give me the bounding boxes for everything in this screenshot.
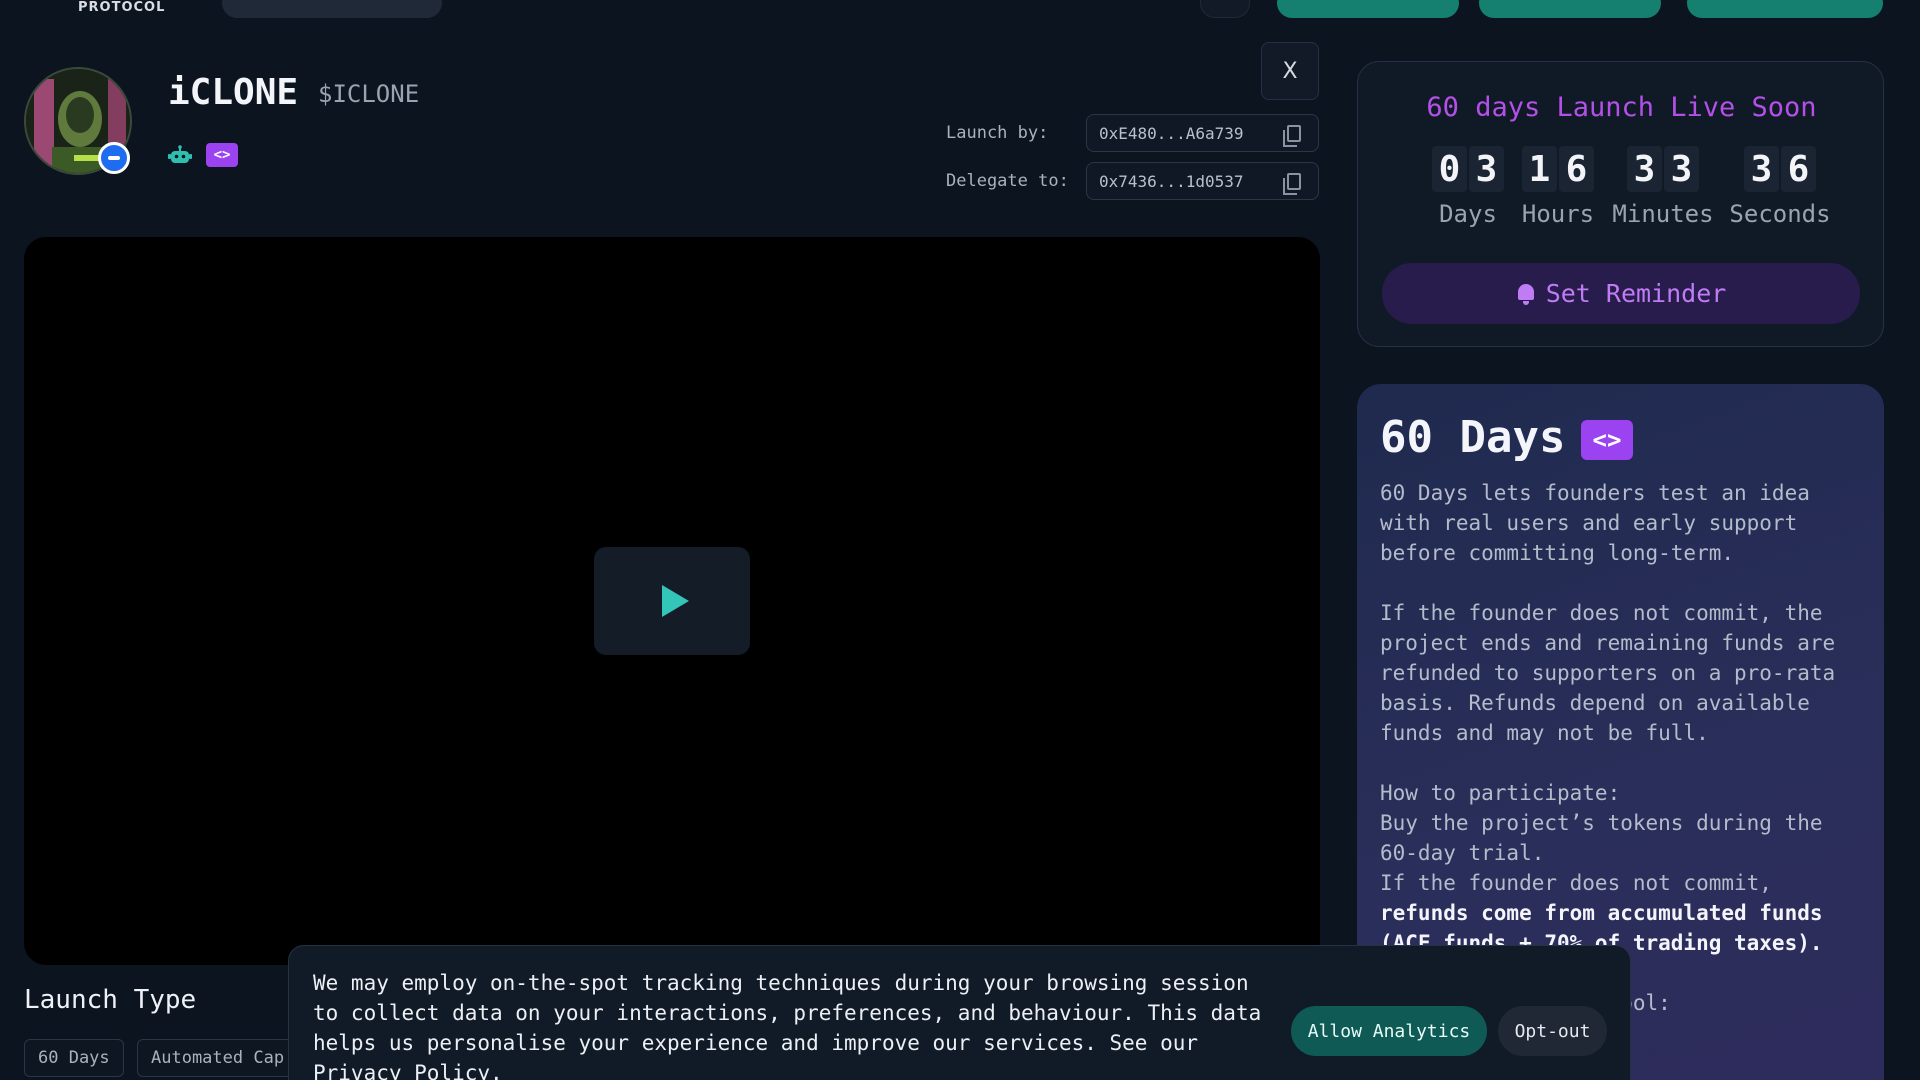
nav-search-pill[interactable] [222, 0, 442, 18]
countdown-digit: 6 [1781, 146, 1816, 192]
countdown-hours: 1 6 Hours [1508, 146, 1608, 228]
cookie-text: We may employ on-the-spot tracking techn… [313, 971, 1262, 1080]
play-icon [661, 585, 689, 617]
code-badge-icon: <> [206, 143, 238, 167]
launch-by-label: Launch by: [946, 123, 1049, 143]
nav-action-button-2[interactable] [1479, 0, 1661, 18]
project-name: iCLONE [168, 72, 299, 113]
info-participate-step: Buy the project’s tokens during the 60-d… [1380, 811, 1823, 865]
set-reminder-label: Set Reminder [1545, 279, 1727, 308]
info-title: 60 Days [1380, 412, 1566, 463]
launch-type-tag: 60 Days [24, 1039, 124, 1077]
countdown-card: 60 days Launch Live Soon 0 3 Days 1 6 Ho… [1357, 61, 1884, 347]
bell-icon [1516, 283, 1536, 305]
code-badge-icon: <> [1581, 420, 1633, 460]
countdown-label: Minutes [1612, 200, 1714, 228]
info-participate-heading: How to participate: [1380, 781, 1621, 805]
opt-out-button[interactable]: Opt-out [1498, 1006, 1607, 1056]
delegate-to-label: Delegate to: [946, 171, 1069, 191]
nav-icon-button[interactable] [1200, 0, 1250, 18]
x-social-button[interactable]: X [1261, 42, 1319, 100]
countdown-digit: 3 [1664, 146, 1699, 192]
play-button[interactable] [594, 547, 750, 655]
launch-type-tag: Automated Cap [137, 1039, 299, 1077]
countdown-digit: 3 [1469, 146, 1504, 192]
countdown-digit: 3 [1744, 146, 1779, 192]
countdown-seconds: 3 6 Seconds [1720, 146, 1840, 228]
countdown-label: Days [1439, 200, 1497, 228]
countdown-label: Seconds [1729, 200, 1831, 228]
copy-delegate-to-button[interactable] [1269, 162, 1319, 200]
nav-action-button-3[interactable] [1687, 0, 1883, 18]
countdown-digit: 0 [1432, 146, 1467, 192]
countdown-minutes: 3 3 Minutes [1603, 146, 1723, 228]
allow-analytics-button[interactable]: Allow Analytics [1291, 1006, 1487, 1056]
countdown-digit: 6 [1559, 146, 1594, 192]
launch-type-heading: Launch Type [24, 985, 197, 1015]
copy-launch-by-button[interactable] [1269, 114, 1319, 152]
nav-action-button-1[interactable] [1277, 0, 1459, 18]
info-paragraph: 60 Days lets founders test an idea with … [1380, 481, 1810, 565]
countdown-digit: 3 [1627, 146, 1662, 192]
countdown-days: 0 3 Days [1418, 146, 1518, 228]
info-paragraph: If the founder does not commit, the proj… [1380, 601, 1836, 745]
project-ticker: $ICLONE [318, 80, 420, 108]
set-reminder-button[interactable]: Set Reminder [1382, 263, 1860, 324]
verified-badge-icon [98, 142, 130, 174]
countdown-digit: 1 [1522, 146, 1557, 192]
copy-icon [1282, 124, 1301, 147]
countdown-label: Hours [1521, 200, 1595, 228]
logo-text[interactable]: PROTOCOL [78, 0, 165, 15]
countdown-title: 60 days Launch Live Soon [1426, 92, 1817, 123]
copy-icon [1282, 172, 1301, 195]
refund-prefix: If the founder does not commit, [1380, 871, 1772, 895]
robot-icon [168, 145, 192, 163]
cookie-banner: We may employ on-the-spot tracking techn… [288, 945, 1631, 1080]
